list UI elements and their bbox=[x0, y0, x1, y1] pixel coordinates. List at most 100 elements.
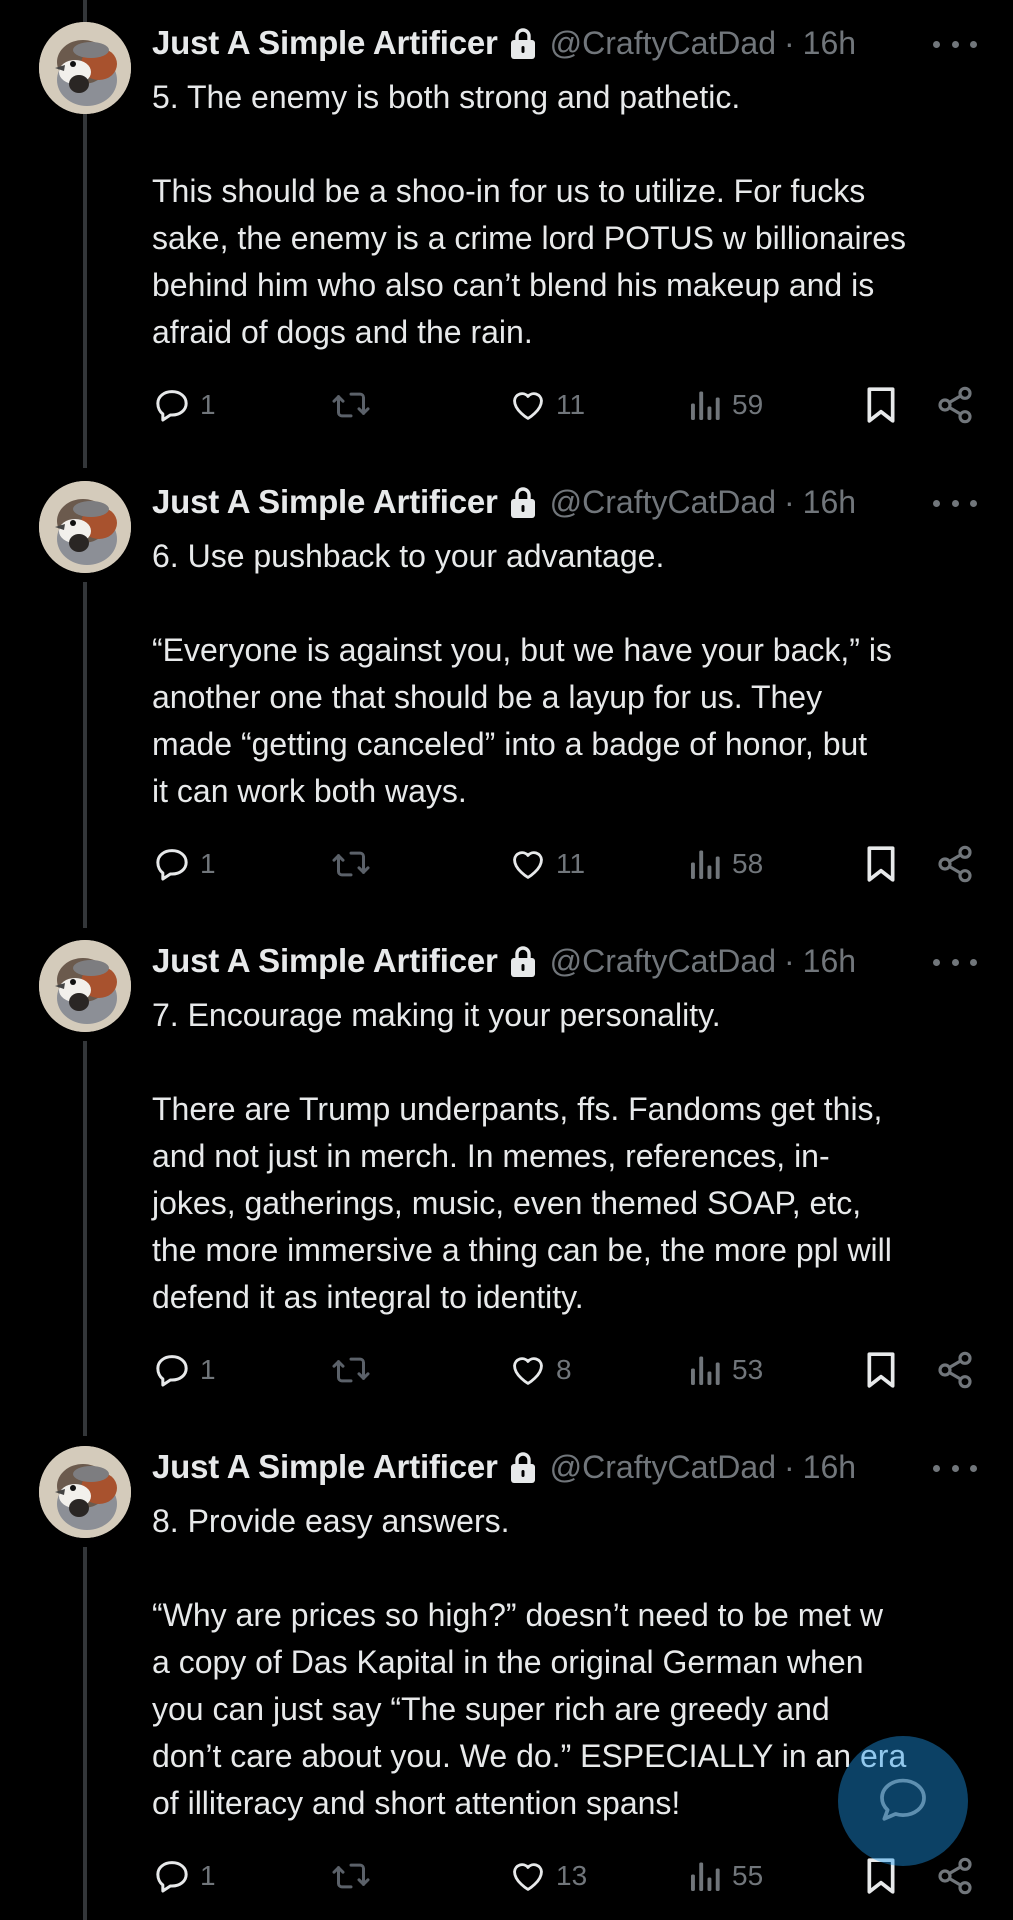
retweet-button[interactable] bbox=[330, 1851, 372, 1901]
like-button[interactable]: 11 bbox=[508, 839, 585, 889]
lock-icon bbox=[508, 1450, 538, 1484]
reply-count: 1 bbox=[200, 1354, 216, 1385]
views-count: 58 bbox=[732, 848, 764, 879]
reply-icon bbox=[152, 844, 192, 884]
share-button[interactable] bbox=[935, 839, 975, 889]
compose-fab[interactable] bbox=[838, 1736, 968, 1866]
separator-dot: · bbox=[783, 1448, 795, 1485]
like-button[interactable]: 11 bbox=[508, 380, 585, 430]
tweet-actions: 1 8 53 bbox=[0, 1345, 1013, 1395]
retweet-button[interactable] bbox=[330, 380, 372, 430]
lock-icon bbox=[508, 485, 538, 519]
share-icon bbox=[935, 1350, 975, 1390]
reply-button[interactable]: 1 bbox=[152, 1851, 216, 1901]
tweet-timestamp[interactable]: 16h bbox=[803, 943, 856, 980]
tweet-actions: 1 13 55 bbox=[0, 1851, 1013, 1901]
compose-icon bbox=[875, 1771, 931, 1832]
author-handle[interactable]: @CraftyCatDad bbox=[550, 484, 776, 521]
like-button[interactable]: 8 bbox=[508, 1345, 572, 1395]
bookmark-icon bbox=[864, 385, 898, 425]
reply-icon bbox=[152, 385, 192, 425]
avatar[interactable] bbox=[39, 481, 131, 573]
author-handle[interactable]: @CraftyCatDad bbox=[550, 25, 776, 62]
views-count: 59 bbox=[732, 389, 764, 420]
share-button[interactable] bbox=[935, 1851, 975, 1901]
author-name[interactable]: Just A Simple Artificer bbox=[152, 1448, 498, 1486]
separator-dot: · bbox=[783, 483, 795, 520]
author-name[interactable]: Just A Simple Artificer bbox=[152, 483, 498, 521]
more-icon[interactable] bbox=[933, 1458, 977, 1478]
heart-icon bbox=[508, 1351, 548, 1389]
heart-icon bbox=[508, 1857, 548, 1895]
views-icon bbox=[688, 1857, 724, 1895]
avatar[interactable] bbox=[39, 1446, 131, 1538]
reply-count: 1 bbox=[200, 848, 216, 879]
avatar[interactable] bbox=[39, 940, 131, 1032]
retweet-icon bbox=[330, 844, 372, 884]
author-handle[interactable]: @CraftyCatDad bbox=[550, 943, 776, 980]
like-count: 11 bbox=[556, 389, 586, 420]
retweet-icon bbox=[330, 1856, 372, 1896]
more-icon[interactable] bbox=[933, 952, 977, 972]
more-icon[interactable] bbox=[933, 493, 977, 513]
tweet-text: 5. The enemy is both strong and pathetic… bbox=[152, 74, 982, 356]
like-button[interactable]: 13 bbox=[508, 1851, 587, 1901]
lock-icon bbox=[508, 944, 538, 978]
tweet-body: There are Trump underpants, ffs. Fandoms… bbox=[152, 1091, 892, 1315]
avatar[interactable] bbox=[39, 22, 131, 114]
views-button[interactable]: 55 bbox=[688, 1851, 763, 1901]
reply-button[interactable]: 1 bbox=[152, 380, 216, 430]
share-button[interactable] bbox=[935, 380, 975, 430]
tweet-header: Just A Simple Artificer @CraftyCatDad · 16h bbox=[152, 1444, 856, 1490]
bookmark-icon bbox=[864, 1350, 898, 1390]
retweet-button[interactable] bbox=[330, 839, 372, 889]
share-icon bbox=[935, 844, 975, 884]
views-button[interactable]: 53 bbox=[688, 1345, 763, 1395]
like-count: 8 bbox=[556, 1354, 572, 1385]
reply-count: 1 bbox=[200, 1860, 216, 1891]
separator-dot: · bbox=[783, 942, 795, 979]
bookmark-button[interactable] bbox=[864, 1345, 898, 1395]
tweet-heading: 6. Use pushback to your advantage. bbox=[152, 538, 665, 574]
retweet-icon bbox=[330, 385, 372, 425]
like-count: 11 bbox=[556, 848, 586, 879]
reply-button[interactable]: 1 bbox=[152, 839, 216, 889]
bookmark-button[interactable] bbox=[864, 839, 898, 889]
tweet-heading: 7. Encourage making it your personality. bbox=[152, 997, 721, 1033]
heart-icon bbox=[508, 845, 548, 883]
retweet-button[interactable] bbox=[330, 1345, 372, 1395]
reply-icon bbox=[152, 1856, 192, 1896]
tweet-actions: 1 11 58 bbox=[0, 839, 1013, 889]
reply-count: 1 bbox=[200, 389, 216, 420]
tweet-heading: 5. The enemy is both strong and pathetic… bbox=[152, 79, 741, 115]
thread-timeline: Just A Simple Artificer @CraftyCatDad · 16h… bbox=[0, 0, 1013, 1920]
views-button[interactable]: 59 bbox=[688, 380, 763, 430]
views-count: 55 bbox=[732, 1860, 764, 1891]
tweet-header: Just A Simple Artificer @CraftyCatDad · 16h bbox=[152, 20, 856, 66]
bookmark-button[interactable] bbox=[864, 380, 898, 430]
reply-icon bbox=[152, 1350, 192, 1390]
share-button[interactable] bbox=[935, 1345, 975, 1395]
reply-button[interactable]: 1 bbox=[152, 1345, 216, 1395]
tweet-body: “Everyone is against you, but we have yo… bbox=[152, 632, 892, 809]
tweet-text: 6. Use pushback to your advantage. “Every… bbox=[152, 533, 982, 815]
bookmark-icon bbox=[864, 844, 898, 884]
share-icon bbox=[935, 385, 975, 425]
tweet-body: This should be a shoo-in for us to utili… bbox=[152, 173, 907, 350]
heart-icon bbox=[508, 386, 548, 424]
tweet-timestamp[interactable]: 16h bbox=[803, 1449, 856, 1486]
more-icon[interactable] bbox=[933, 34, 977, 54]
tweet-timestamp[interactable]: 16h bbox=[803, 25, 856, 62]
views-icon bbox=[688, 1351, 724, 1389]
views-icon bbox=[688, 386, 724, 424]
views-icon bbox=[688, 845, 724, 883]
tweet-heading: 8. Provide easy answers. bbox=[152, 1503, 510, 1539]
tweet-text: 7. Encourage making it your personality.… bbox=[152, 992, 982, 1321]
author-handle[interactable]: @CraftyCatDad bbox=[550, 1449, 776, 1486]
share-icon bbox=[935, 1856, 975, 1896]
views-count: 53 bbox=[732, 1354, 764, 1385]
author-name[interactable]: Just A Simple Artificer bbox=[152, 942, 498, 980]
tweet-timestamp[interactable]: 16h bbox=[803, 484, 856, 521]
views-button[interactable]: 58 bbox=[688, 839, 763, 889]
author-name[interactable]: Just A Simple Artificer bbox=[152, 24, 498, 62]
